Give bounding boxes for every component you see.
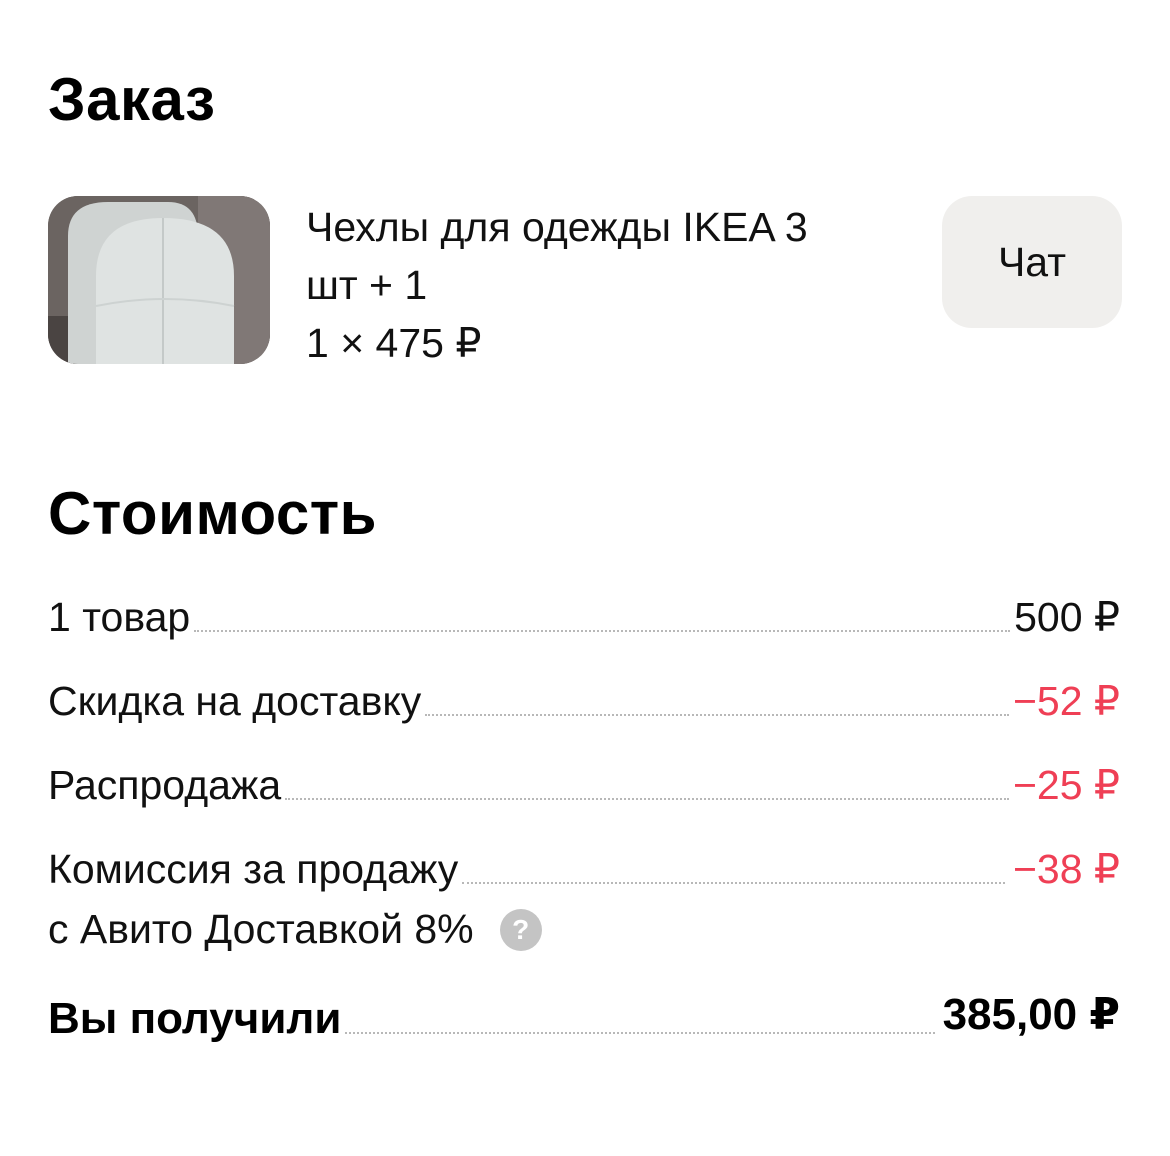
total-amount: 385,00 ₽ — [942, 990, 1120, 1039]
cost-row-label: 1 товар — [48, 594, 191, 640]
dotted-leader — [285, 796, 1009, 800]
cost-row-amount: 500 ₽ — [1014, 594, 1120, 640]
product-name-line1[interactable]: Чехлы для одежды IKEA 3 — [306, 198, 906, 256]
cost-row-amount: −38 ₽ — [1012, 846, 1120, 892]
product-info: Чехлы для одежды IKEA 3 шт + 1 1 × 475 ₽ — [306, 198, 906, 372]
question-mark-icon[interactable]: ? — [499, 909, 542, 951]
cost-section-title: Стоимость — [48, 480, 378, 547]
cost-row-total: Вы получили 385,00 ₽ — [48, 990, 1120, 1048]
cost-row-sale: Распродажа −25 ₽ — [48, 756, 1120, 814]
cost-row-delivery-discount: Скидка на доставку −52 ₽ — [48, 672, 1120, 730]
dotted-leader — [345, 1030, 935, 1034]
cost-row-amount: −25 ₽ — [1012, 762, 1120, 808]
cost-row-commission: Комиссия за продажу −38 ₽ — [48, 840, 1120, 898]
chat-button[interactable]: Чат — [942, 196, 1122, 328]
dotted-leader — [462, 880, 1005, 884]
dotted-leader — [425, 712, 1009, 716]
cost-row-label: Скидка на доставку — [48, 678, 422, 724]
commission-label-line2: с Авито Доставкой 8% — [48, 906, 474, 952]
cost-row-label: Распродажа — [48, 762, 282, 808]
order-section-title: Заказ — [48, 66, 216, 133]
total-label: Вы получили — [48, 994, 342, 1043]
garment-covers-image — [48, 196, 270, 364]
dotted-leader — [194, 628, 1011, 632]
cost-row-label: Комиссия за продажу — [48, 846, 459, 892]
product-name-line2[interactable]: шт + 1 — [306, 256, 906, 314]
product-quantity-price: 1 × 475 ₽ — [306, 320, 482, 366]
cost-row-items: 1 товар 500 ₽ — [48, 588, 1120, 646]
commission-detail: с Авито Доставкой 8% ? — [48, 900, 542, 958]
cost-row-amount: −52 ₽ — [1012, 678, 1120, 724]
product-thumbnail[interactable] — [48, 196, 270, 364]
